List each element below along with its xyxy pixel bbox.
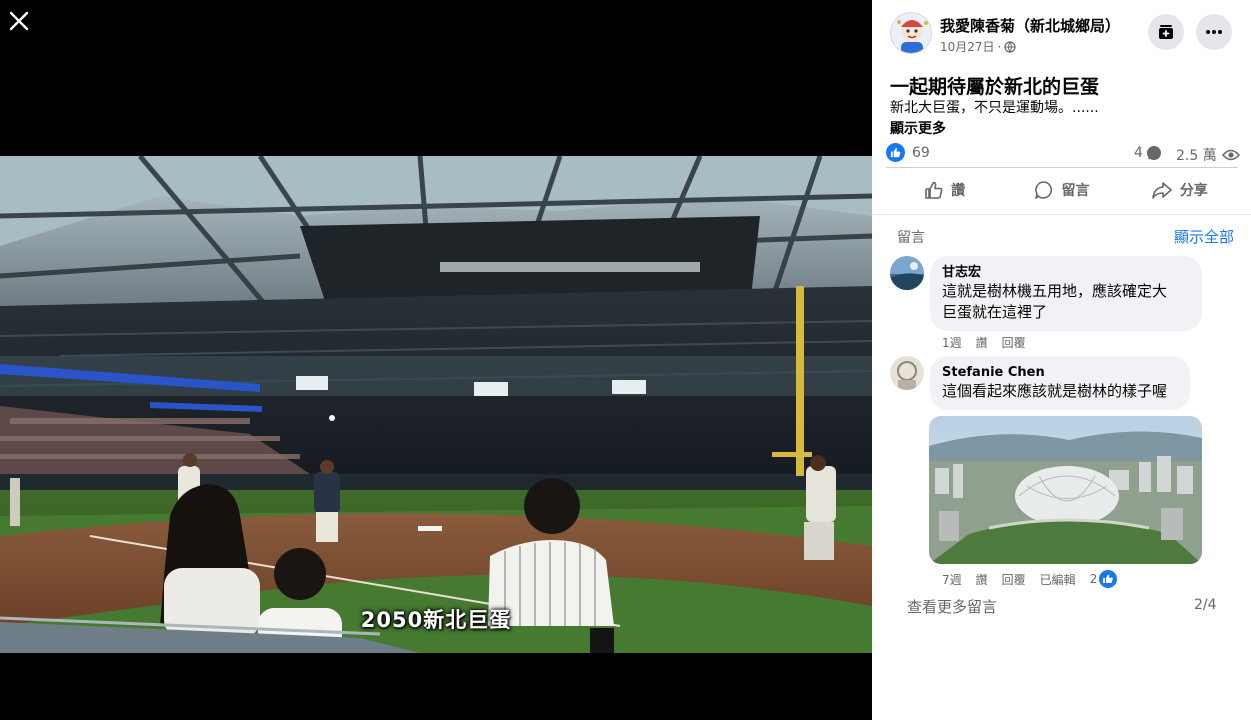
commenter-name[interactable]: 甘志宏 xyxy=(942,264,1190,281)
comments-label: 留言 xyxy=(897,230,925,246)
comment-reply-button[interactable]: 回覆 xyxy=(1002,571,1026,588)
comments-pager: 2/4 xyxy=(1194,597,1217,613)
author-name[interactable]: 我愛陳香菊（新北城鄉局） xyxy=(940,15,1120,36)
comment-bubble: Stefanie Chen 這個看起來應該就是樹林的樣子喔 xyxy=(930,356,1190,410)
comment-bubble-icon xyxy=(1146,146,1161,160)
thumbs-up-outline-icon xyxy=(925,181,943,199)
stats-divider xyxy=(886,167,1238,168)
thumbs-up-icon xyxy=(890,147,901,158)
post-date[interactable]: 10月27日 xyxy=(940,38,995,55)
share-icon xyxy=(1152,182,1172,199)
view-count: 2.5 萬 xyxy=(1176,145,1240,165)
post-panel: 我愛陳香菊（新北城鄉局） 10月27日 · 一起期待屬於新北的巨蛋 新北大巨蛋，… xyxy=(872,0,1251,720)
comment-count-value: 4 xyxy=(1134,145,1143,161)
commenter-avatar[interactable] xyxy=(890,256,924,290)
show-all-comments-link[interactable]: 顯示全部 xyxy=(1174,226,1234,247)
comment-bubble: 甘志宏 這就是樹林機五用地，應該確定大 巨蛋就在這裡了 xyxy=(930,256,1202,331)
meta-separator: · xyxy=(997,39,1002,54)
comment-reply-button[interactable]: 回覆 xyxy=(1002,334,1026,351)
avatar-image xyxy=(890,256,924,290)
more-options-button[interactable] xyxy=(1196,14,1232,50)
close-button[interactable] xyxy=(6,8,32,34)
save-post-button[interactable] xyxy=(1148,14,1184,50)
avatar-image xyxy=(891,13,931,53)
actions-divider xyxy=(872,214,1251,215)
comment-time[interactable]: 7週 xyxy=(942,571,962,588)
share-button[interactable]: 分享 xyxy=(1121,170,1238,210)
comment-button-label: 留言 xyxy=(1061,183,1090,199)
comment-edited-label[interactable]: 已編輯 xyxy=(1040,571,1076,588)
see-more-link[interactable]: 顯示更多 xyxy=(890,118,946,138)
view-more-comments-link[interactable]: 查看更多留言 xyxy=(907,596,997,617)
avatar-image xyxy=(890,356,924,390)
comment-icon xyxy=(1035,181,1053,199)
like-reaction-badge[interactable] xyxy=(886,143,905,162)
thumbs-up-icon xyxy=(1099,570,1118,588)
video-player[interactable]: 2050新北巨蛋 xyxy=(0,156,872,653)
comment-actions: 1週 讚 回覆 xyxy=(942,334,1026,351)
post-text: 新北大巨蛋，不只是運動場。...... xyxy=(890,100,1099,116)
comment-text-line: 巨蛋就在這裡了 xyxy=(942,303,1048,321)
more-dots-icon xyxy=(1206,30,1222,34)
like-button-label: 讚 xyxy=(951,183,966,199)
post-actions: 讚 留言 分享 xyxy=(886,170,1238,210)
comment-button[interactable]: 留言 xyxy=(1003,170,1120,210)
like-button[interactable]: 讚 xyxy=(886,170,1003,210)
comment-time[interactable]: 1週 xyxy=(942,334,962,351)
video-caption: 2050新北巨蛋 xyxy=(360,608,512,632)
post-meta: 10月27日 · xyxy=(940,38,1016,55)
view-count-value: 2.5 萬 xyxy=(1176,148,1217,164)
like-count[interactable]: 69 xyxy=(912,145,930,161)
post-header: 我愛陳香菊（新北城鄉局） 10月27日 · xyxy=(890,12,1240,58)
comment-text-line: 這就是樹林機五用地，應該確定大 xyxy=(942,282,1168,300)
comment-like-button[interactable]: 讚 xyxy=(976,571,988,588)
comment-reaction-count: 2 xyxy=(1089,572,1098,586)
dome-rendering-image xyxy=(929,416,1202,564)
commenter-avatar[interactable] xyxy=(890,356,924,390)
globe-icon xyxy=(1004,40,1016,53)
comment-actions: 7週 讚 回覆 已編輯 2 xyxy=(942,570,1118,588)
stadium-scene-image xyxy=(0,156,872,653)
close-icon xyxy=(9,11,29,31)
media-viewer: 2050新北巨蛋 xyxy=(0,0,872,720)
eye-icon xyxy=(1221,149,1240,161)
comment-like-button[interactable]: 讚 xyxy=(976,334,988,351)
post-stats: 69 4 2.5 萬 xyxy=(886,142,1240,165)
post-title: 一起期待屬於新北的巨蛋 xyxy=(890,76,1100,98)
comment-text-line: 這個看起來應該就是樹林的樣子喔 xyxy=(942,382,1168,400)
bookmark-add-icon xyxy=(1159,25,1173,39)
commenter-name[interactable]: Stefanie Chen xyxy=(942,364,1178,381)
comment-reactions[interactable]: 2 xyxy=(1090,570,1118,588)
author-avatar[interactable] xyxy=(890,12,932,54)
comments-header: 留言 顯示全部 xyxy=(897,226,1235,246)
photo-viewer-page: 2050新北巨蛋 我愛陳香菊（新北城鄉局） 10月27日 · 一起期待屬於新北的… xyxy=(0,0,1251,720)
comment-attachment-image[interactable] xyxy=(929,416,1202,564)
comment-count[interactable]: 4 xyxy=(1134,145,1162,161)
share-button-label: 分享 xyxy=(1179,183,1208,199)
